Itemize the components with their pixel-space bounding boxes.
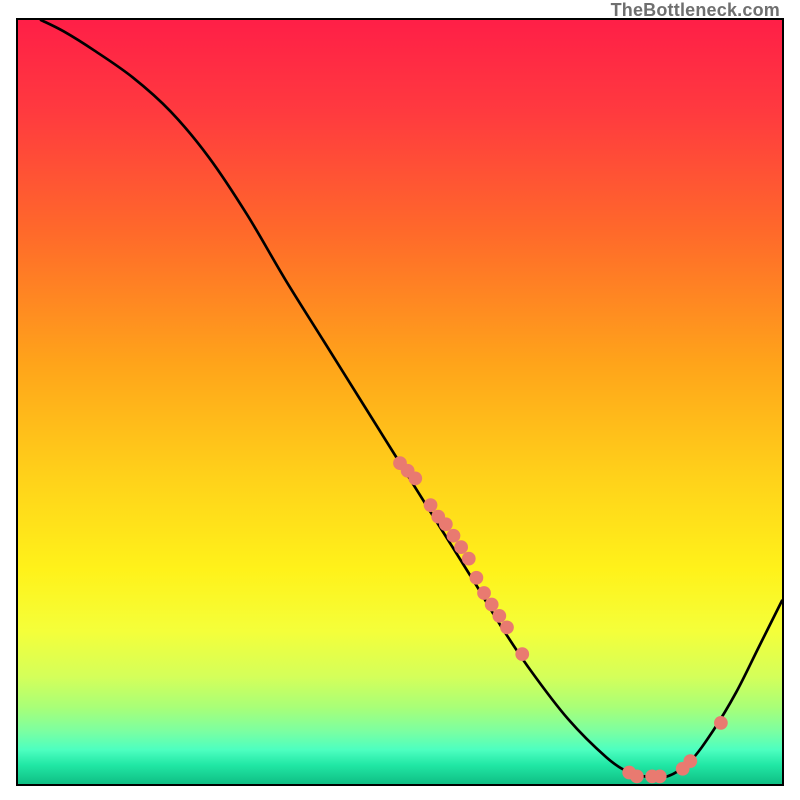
highlighted-points: [393, 456, 728, 783]
data-point: [439, 517, 453, 531]
data-point: [470, 571, 484, 585]
data-point: [408, 472, 422, 486]
data-point: [515, 647, 529, 661]
data-point: [500, 621, 514, 635]
data-point: [454, 540, 468, 554]
data-point: [714, 716, 728, 730]
data-point: [653, 769, 667, 783]
data-point: [477, 586, 491, 600]
data-point: [683, 754, 697, 768]
data-point: [630, 769, 644, 783]
plot-area: [16, 18, 784, 786]
data-point: [462, 552, 476, 566]
bottleneck-curve: [41, 20, 782, 778]
chart-frame: TheBottleneck.com: [0, 0, 800, 800]
data-point: [485, 598, 499, 612]
data-point: [492, 609, 506, 623]
data-point: [424, 498, 438, 512]
data-point: [447, 529, 461, 543]
curve-layer: [18, 20, 782, 784]
